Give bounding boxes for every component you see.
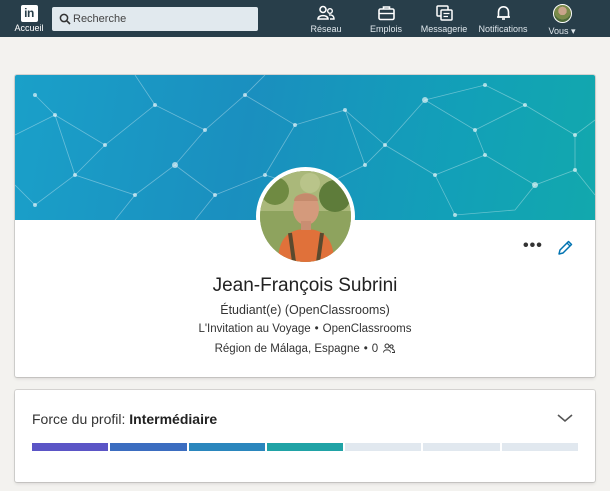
nav-label-me: Vous ▾: [548, 26, 576, 36]
profile-location: Région de Málaga, Espagne: [214, 343, 360, 355]
bell-icon: [496, 5, 510, 20]
meter-segment-filled: [266, 443, 344, 451]
top-nav: in Accueil Réseau Emplois: [0, 0, 610, 37]
briefcase-icon: [377, 6, 395, 21]
profile-strength-level: Intermédiaire: [129, 411, 218, 427]
nav-label-messaging: Messagerie: [420, 24, 468, 34]
meter-segment-empty: [345, 443, 422, 451]
connections-icon: [383, 343, 396, 353]
profile-strength-text: Force du profil: Intermédiaire: [32, 411, 217, 427]
more-options-button[interactable]: •••: [523, 238, 543, 254]
home-label: Accueil: [14, 23, 44, 33]
meter-segment-filled: [110, 443, 187, 451]
search-box[interactable]: [52, 7, 258, 31]
connections-link[interactable]: 0: [372, 343, 396, 355]
nav-item-messaging[interactable]: Messagerie: [419, 5, 469, 34]
nav-item-me[interactable]: Vous ▾: [545, 4, 579, 37]
meter-segment-filled: [188, 443, 265, 451]
meter-segment-filled: [32, 443, 109, 451]
profile-card: ••• Jean-François Subrini Étudiant(e) (O…: [15, 75, 595, 377]
avatar: [552, 4, 572, 23]
chevron-down-icon[interactable]: [557, 412, 573, 424]
messaging-icon: [435, 5, 453, 21]
bullet-separator: •: [314, 323, 319, 335]
search-icon: [59, 13, 71, 25]
linkedin-logo: in: [20, 5, 38, 22]
profile-strength-label: Force du profil:: [32, 411, 126, 427]
home-button[interactable]: in Accueil: [13, 5, 45, 33]
nav-label-network: Réseau: [310, 24, 342, 34]
profile-name: Jean-François Subrini: [212, 275, 398, 296]
profile-photo-image: [260, 171, 351, 262]
search-input[interactable]: [73, 7, 253, 31]
connections-count: 0: [371, 343, 379, 355]
nav-item-network[interactable]: Réseau: [308, 5, 344, 34]
meter-segment-empty: [423, 443, 500, 451]
nav-label-notifications: Notifications: [478, 24, 528, 34]
profile-strength-meter: [32, 443, 578, 451]
profile-experience-line: L'Invitation au Voyage • OpenClassrooms: [15, 323, 595, 335]
profile-location-line: Région de Málaga, Espagne • 0: [15, 343, 595, 355]
profile-strength-card: Force du profil: Intermédiaire: [15, 390, 595, 482]
profile-photo[interactable]: [256, 167, 355, 266]
nav-item-jobs[interactable]: Emplois: [366, 5, 406, 34]
current-company-link[interactable]: L'Invitation au Voyage: [198, 323, 310, 335]
nav-label-jobs: Emplois: [369, 24, 402, 34]
network-icon: [317, 5, 335, 20]
nav-item-notifications[interactable]: Notifications: [474, 5, 532, 34]
meter-segment-empty: [501, 443, 578, 451]
school-link[interactable]: OpenClassrooms: [323, 323, 412, 335]
edit-pencil-icon[interactable]: [556, 239, 574, 257]
bullet-separator: •: [363, 343, 368, 355]
profile-headline: Étudiant(e) (OpenClassrooms): [220, 303, 390, 317]
